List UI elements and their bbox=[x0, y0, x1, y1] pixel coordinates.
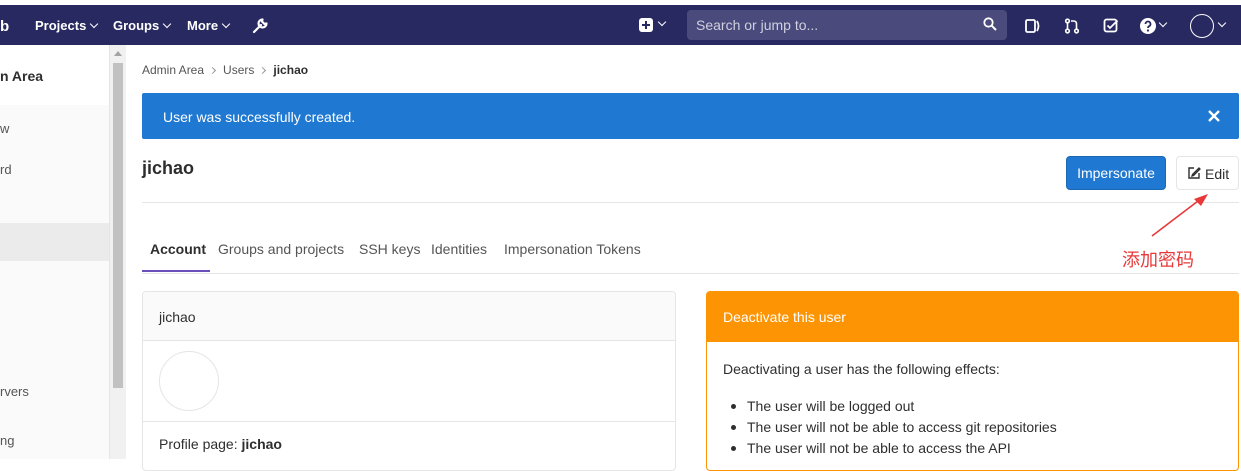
page-title: jichao bbox=[142, 158, 195, 178]
edit-icon bbox=[1188, 167, 1201, 179]
close-icon[interactable] bbox=[1205, 107, 1223, 125]
chevron-down-icon bbox=[221, 19, 231, 29]
alert-message: User was successfully created. bbox=[163, 109, 356, 125]
wrench-icon[interactable] bbox=[251, 17, 269, 35]
tab-identities[interactable]: Identities bbox=[431, 241, 487, 257]
tab-impersonation-tokens[interactable]: Impersonation Tokens bbox=[504, 241, 641, 257]
deactivate-card-title: Deactivate this user bbox=[723, 309, 846, 325]
admin-sidebar: n Area w rd rvers ng bbox=[0, 45, 110, 459]
list-item: The user will not be able to access the … bbox=[731, 440, 1057, 461]
sidebar-item-overview[interactable]: w bbox=[0, 121, 9, 136]
breadcrumb-admin-area[interactable]: Admin Area bbox=[142, 63, 204, 77]
profile-page-row: Profile page: jichao bbox=[159, 436, 282, 452]
tab-account[interactable]: Account bbox=[150, 241, 206, 257]
nav-more[interactable]: More bbox=[187, 18, 231, 33]
deactivate-intro: Deactivating a user has the following ef… bbox=[723, 361, 1000, 377]
gitlab-logo[interactable]: b bbox=[0, 18, 9, 35]
sidebar-item-servers[interactable]: rvers bbox=[0, 384, 29, 399]
avatar bbox=[159, 351, 219, 411]
profile-page-link[interactable]: jichao bbox=[242, 436, 282, 452]
new-plus-icon[interactable] bbox=[639, 18, 653, 32]
deactivate-user-card: Deactivate this user Deactivating a user… bbox=[706, 291, 1239, 471]
search-input[interactable] bbox=[687, 10, 977, 40]
profile-card-header: jichao bbox=[143, 292, 675, 341]
search-box bbox=[687, 10, 1007, 40]
breadcrumb-users[interactable]: Users bbox=[223, 63, 254, 77]
sidebar-item-settings[interactable]: ng bbox=[0, 433, 14, 448]
nav-more-label: More bbox=[187, 18, 219, 33]
profile-card: jichao Profile page: jichao bbox=[142, 291, 676, 471]
chevron-down-icon bbox=[162, 19, 172, 29]
edit-button-label: Edit bbox=[1205, 166, 1230, 182]
nav-groups[interactable]: Groups bbox=[113, 18, 172, 33]
scrollbar-thumb[interactable] bbox=[113, 63, 123, 388]
chevron-down-icon bbox=[90, 19, 99, 29]
deactivate-effects-list: The user will be logged out The user wil… bbox=[731, 398, 1057, 461]
chevron-down-icon bbox=[1217, 18, 1227, 28]
breadcrumb-current[interactable]: jichao bbox=[273, 63, 308, 77]
top-navbar: b Projects Groups More bbox=[0, 0, 1241, 45]
sidebar-scrollbar[interactable] bbox=[110, 45, 126, 459]
merge-request-icon[interactable] bbox=[1063, 17, 1081, 35]
nav-projects[interactable]: Projects bbox=[35, 18, 99, 33]
todo-icon[interactable] bbox=[1102, 17, 1120, 35]
breadcrumb: Admin Area Users jichao bbox=[142, 63, 308, 77]
divider bbox=[143, 421, 675, 422]
list-item: The user will not be able to access git … bbox=[731, 419, 1057, 440]
edit-button[interactable]: Edit bbox=[1176, 156, 1239, 190]
impersonate-button[interactable]: Impersonate bbox=[1066, 156, 1166, 190]
nav-projects-label: Projects bbox=[35, 18, 87, 33]
divider bbox=[142, 202, 1239, 203]
help-icon[interactable] bbox=[1139, 17, 1157, 35]
success-alert: User was successfully created. bbox=[142, 93, 1239, 139]
active-tab-indicator bbox=[142, 270, 210, 272]
nav-groups-label: Groups bbox=[113, 18, 160, 33]
tab-ssh-keys[interactable]: SSH keys bbox=[359, 241, 420, 257]
sidebar-header-label: n Area bbox=[0, 68, 44, 84]
chevron-right-icon bbox=[259, 66, 267, 75]
sidebar-item-dashboard[interactable]: rd bbox=[0, 162, 12, 177]
chevron-down-icon bbox=[1158, 18, 1168, 28]
scroll-up-arrow-icon[interactable] bbox=[114, 51, 122, 56]
chevron-down-icon bbox=[657, 17, 667, 27]
sidebar-item-active[interactable] bbox=[0, 223, 109, 261]
user-avatar[interactable] bbox=[1190, 14, 1214, 38]
profile-card-username: jichao bbox=[159, 309, 196, 325]
issues-sidebar-icon[interactable] bbox=[1024, 17, 1042, 35]
chevron-right-icon bbox=[209, 66, 217, 75]
search-icon bbox=[983, 17, 997, 31]
list-item: The user will be logged out bbox=[731, 398, 1057, 419]
sidebar-header[interactable]: n Area bbox=[0, 45, 109, 105]
deactivate-card-header: Deactivate this user bbox=[707, 292, 1238, 342]
tab-groups-and-projects[interactable]: Groups and projects bbox=[218, 241, 344, 257]
profile-page-label: Profile page: bbox=[159, 436, 238, 452]
user-tabs: Account Groups and projects SSH keys Ide… bbox=[142, 230, 1239, 274]
